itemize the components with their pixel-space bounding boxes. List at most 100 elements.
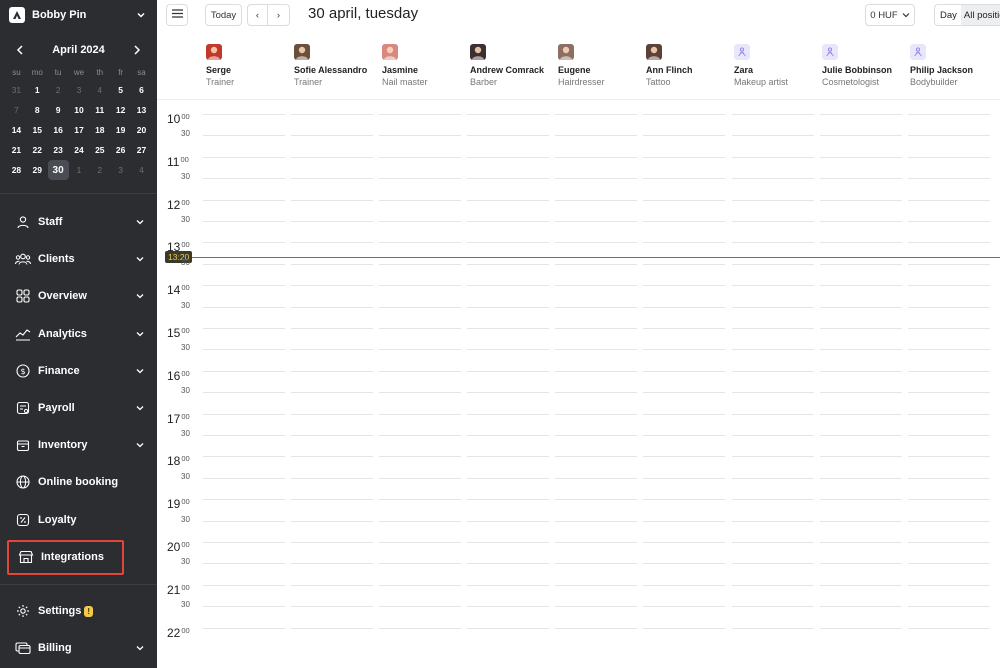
calendar-day[interactable]: 10 [69,100,90,120]
sidebar-item-clients[interactable]: Clients [6,244,151,274]
sidebar-item-label: Settings! [38,605,151,617]
sidebar-item-analytics[interactable]: Analytics [6,319,151,349]
calendar-day[interactable]: 23 [48,140,69,160]
calendar-day[interactable]: 27 [131,140,152,160]
calendar-day[interactable]: 12 [110,100,131,120]
sidebar-item-online-booking[interactable]: Online booking [6,467,151,497]
time-slot-line [291,563,373,565]
staff-column-header[interactable]: Eugene Hairdresser [558,44,644,87]
view-day-button[interactable]: Day [935,10,961,21]
sidebar-item-staff[interactable]: Staff [6,207,151,237]
time-slot-line [732,435,814,436]
calendar-day[interactable]: 31 [6,80,27,100]
prev-day-button[interactable]: ‹ [247,4,267,26]
staff-column-header[interactable]: Julie Bobbinson Cosmetologist [822,44,908,87]
time-slot-line [643,221,725,222]
staff-column-header[interactable]: Sofie Alessandro Trainer [294,44,380,87]
today-button[interactable]: Today [205,4,242,26]
calendar-day[interactable]: 1 [69,160,90,180]
calendar-day[interactable]: 17 [69,120,90,140]
staff-column-header[interactable]: Zara Makeup artist [734,44,820,87]
time-slot-line [820,135,902,137]
calendar-day[interactable]: 6 [131,80,152,100]
calendar-week-row: 7 8 9 10 11 12 13 [6,100,152,120]
time-slot-line [555,542,637,543]
sidebar-item-settings[interactable]: Settings! [6,596,151,626]
schedule-grid[interactable]: 13:20 1000 30 1100 30 1200 30 1300 30 1400 30 1500… [157,100,1000,668]
calendar-day[interactable]: 13 [131,100,152,120]
calendar-day[interactable]: 11 [89,100,110,120]
avatar [910,44,926,60]
calendar-day[interactable]: 18 [89,120,110,140]
sidebar-item-payroll[interactable]: Payroll [6,393,151,423]
time-slot-line [291,542,373,543]
calendar-weekday-label: fr [118,67,124,77]
mini-calendar-header: April 2024 [0,40,157,60]
sidebar-item-text: Billing [38,642,72,654]
time-slot-line [908,178,990,180]
staff-column-header[interactable]: Andrew Comrack Barber [470,44,556,87]
calendar-day[interactable]: 29 [27,160,48,180]
time-slot-line [203,285,285,287]
chevron-down-icon[interactable] [134,8,148,22]
sidebar-item-overview[interactable]: Overview [6,281,151,311]
calendar-next-month-button[interactable] [129,42,145,58]
sidebar-item-text: Online booking [38,476,119,489]
sidebar-item-loyalty[interactable]: Loyalty [6,505,151,535]
calendar-day[interactable]: 25 [89,140,110,160]
staff-column-header[interactable]: Serge Trainer [206,44,292,87]
calendar-day[interactable]: 1 [27,80,48,100]
next-day-button[interactable]: › [267,4,290,26]
sidebar-item-inventory[interactable]: Inventory [6,430,151,460]
calendar-day[interactable]: 28 [6,160,27,180]
calendar-day[interactable]: 8 [27,100,48,120]
time-slot-line [291,477,373,479]
sidebar-item-finance[interactable]: $ Finance [6,356,151,386]
calendar-day[interactable]: 7 [6,100,27,120]
time-slot-line [732,477,814,479]
staff-column-header[interactable]: Ann Flinch Tattoo [646,44,732,87]
calendar-day-selected[interactable]: 30 [47,160,69,180]
time-slot-line [732,520,814,522]
calendar-day[interactable]: 20 [131,120,152,140]
calendar-day[interactable]: 2 [89,160,110,180]
calendar-day[interactable]: 15 [27,120,48,140]
payroll-icon [15,400,31,416]
hamburger-menu-button[interactable] [166,4,188,26]
calendar-day[interactable]: 9 [48,100,69,120]
calendar-day[interactable]: 16 [48,120,69,140]
staff-name: Ann Flinch [646,65,693,75]
calendar-day[interactable]: 24 [69,140,90,160]
hour-label: 1400 [167,283,190,297]
time-slot-line [555,520,637,522]
calendar-day[interactable]: 19 [110,120,131,140]
time-slot-line [643,584,725,586]
time-slot-line [643,263,725,265]
staff-column-header[interactable]: Jasmine Nail master [382,44,468,87]
time-slot-line [291,263,373,265]
time-slot-line [732,328,814,329]
positions-filter[interactable]: All positions [960,5,1000,25]
calendar-day[interactable]: 3 [110,160,131,180]
time-slot-line [732,306,814,308]
calendar-prev-month-button[interactable] [12,42,28,58]
calendar-day[interactable]: 5 [110,80,131,100]
sidebar-item-billing[interactable]: Billing [6,633,151,663]
calendar-day[interactable]: 4 [131,160,152,180]
time-slot-line [379,199,461,201]
calendar-day[interactable]: 2 [48,80,69,100]
time-slot-line [732,221,814,222]
hour-minutes: 00 [181,197,190,207]
time-slot-line [467,456,549,458]
calendar-day[interactable]: 4 [89,80,110,100]
currency-dropdown[interactable]: 0 HUF [865,4,915,26]
calendar-day[interactable]: 26 [110,140,131,160]
staff-column-header[interactable]: Philip Jackson Bodybuilder [910,44,996,87]
sidebar-item-integrations[interactable]: Integrations [7,539,124,575]
calendar-day[interactable]: 22 [27,140,48,160]
calendar-day[interactable]: 21 [6,140,27,160]
account-switcher[interactable]: Bobby Pin [0,0,157,30]
calendar-day[interactable]: 3 [69,80,90,100]
time-slot-line [379,584,461,586]
calendar-day[interactable]: 14 [6,120,27,140]
